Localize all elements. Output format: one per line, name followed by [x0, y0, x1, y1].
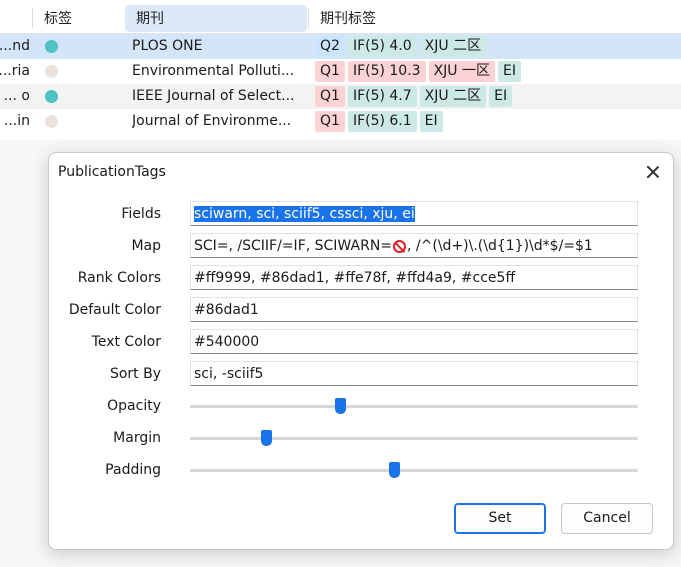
default-color-label: Default Color — [68, 302, 161, 318]
rank-colors-input[interactable]: #ff9999, #86dad1, #ffe78f, #ffd4a9, #cce… — [190, 265, 638, 290]
journal-name: Journal of Environme... — [132, 113, 292, 129]
close-icon[interactable] — [645, 164, 661, 180]
sort-by-input[interactable]: sci, -sciif5 — [190, 361, 638, 386]
journal-tag: XJU 一区 — [428, 61, 495, 82]
rank-colors-label: Rank Colors — [77, 270, 161, 286]
table-header: 标签 期刊 期刊标签 — [0, 0, 681, 34]
row-title-truncated: o ... — [3, 88, 30, 104]
journal-table: 标签 期刊 期刊标签 nd... PLOS ONE Q2 IF(5) 4.0 XJU 二… — [0, 0, 681, 140]
default-color-input[interactable]: #86dad1 — [190, 297, 638, 322]
slider-thumb[interactable] — [388, 462, 400, 478]
set-button[interactable]: Set — [454, 503, 546, 534]
map-text-part: , /^(\d+)\.(\d{1})\d*$/=$1 — [407, 238, 593, 254]
padding-label: Padding — [105, 462, 161, 478]
fields-input[interactable]: sciwarn, sci, sciif5, cssci, xju, ei — [190, 201, 638, 226]
journal-tag: Q1 — [315, 111, 345, 132]
journal-tag: EI — [498, 61, 521, 82]
fields-selected-text: sciwarn, sci, sciif5, cssci, xju, ei — [194, 206, 415, 222]
fields-label: Fields — [121, 206, 161, 222]
journal-tags: Q2 IF(5) 4.0 XJU 二区 — [315, 36, 487, 57]
cancel-button[interactable]: Cancel — [561, 503, 653, 534]
column-header-journal-tags[interactable]: 期刊标签 — [309, 0, 681, 33]
journal-tag: IF(5) 10.3 — [347, 61, 426, 82]
slider-thumb[interactable] — [335, 398, 347, 414]
journal-tag: XJU 二区 — [419, 86, 487, 107]
sort-by-label: Sort By — [109, 366, 161, 382]
journal-tag: EI — [419, 111, 443, 132]
tag-color-dot — [45, 90, 58, 103]
journal-name: PLOS ONE — [132, 38, 203, 54]
text-color-input[interactable]: #540000 — [190, 329, 638, 354]
slider-track[interactable] — [190, 405, 638, 408]
map-input[interactable]: SCI=, /SCIIF/=IF, SCIWARN= , /^(\d+)\.(\d… — [190, 233, 638, 258]
journal-tag: Q2 — [315, 36, 345, 57]
tag-color-dot — [45, 115, 58, 128]
row-title-truncated: ria... — [0, 63, 30, 79]
publication-tags-dialog: PublicationTags Fields sciwarn, sci, sci… — [48, 152, 674, 550]
tag-color-dot — [45, 65, 58, 78]
journal-tag: Q1 — [315, 86, 345, 107]
table-row[interactable]: nd... PLOS ONE Q2 IF(5) 4.0 XJU 二区 — [0, 34, 681, 59]
journal-tag: IF(5) 4.7 — [347, 86, 417, 107]
margin-label: Margin — [113, 430, 161, 446]
journal-tags: Q1 IF(5) 6.1 EI — [315, 111, 443, 132]
journal-tag: IF(5) 4.0 — [347, 36, 417, 57]
opacity-label: Opacity — [107, 398, 161, 414]
row-title-truncated: in... — [3, 113, 30, 129]
journal-name: IEEE Journal of Select... — [132, 88, 295, 104]
journal-tag: Q1 — [315, 61, 345, 82]
table-row[interactable]: ria... Environmental Polluti... Q1IF(5) 10… — [0, 59, 681, 84]
journal-tags: Q1 IF(5) 10.3 XJU 一区 EI — [315, 61, 521, 82]
row-title-truncated: nd... — [0, 38, 30, 54]
slider-thumb[interactable] — [261, 430, 273, 446]
journal-tag: XJU 二区 — [419, 36, 487, 57]
journal-name: Environmental Polluti... — [132, 63, 295, 79]
opacity-slider[interactable] — [190, 397, 638, 417]
prohibited-icon — [393, 240, 407, 253]
map-label: Map — [131, 238, 161, 254]
padding-slider[interactable] — [190, 461, 638, 481]
map-text-part: SCI=, /SCIIF/=IF, SCIWARN= — [194, 238, 393, 254]
slider-track[interactable] — [190, 437, 638, 440]
column-header-journal[interactable]: 期刊 — [125, 5, 307, 32]
journal-tags: Q1 IF(5) 4.7 XJU 二区 EI — [315, 86, 513, 107]
margin-slider[interactable] — [190, 429, 638, 449]
column-header-tag[interactable]: 标签 — [33, 0, 123, 33]
table-row[interactable]: o ... IEEE Journal of Select... Q1 IF(5) 4.… — [0, 84, 681, 109]
journal-tag: EI — [489, 86, 513, 107]
text-color-label: Text Color — [91, 334, 161, 350]
journal-tag: IF(5) 6.1 — [347, 111, 417, 132]
slider-track[interactable] — [190, 469, 638, 472]
table-row[interactable]: in... Journal of Environme... Q1 IF(5) 6.1 E… — [0, 109, 681, 134]
tag-color-dot — [45, 40, 58, 53]
dialog-title: PublicationTags — [58, 164, 166, 180]
